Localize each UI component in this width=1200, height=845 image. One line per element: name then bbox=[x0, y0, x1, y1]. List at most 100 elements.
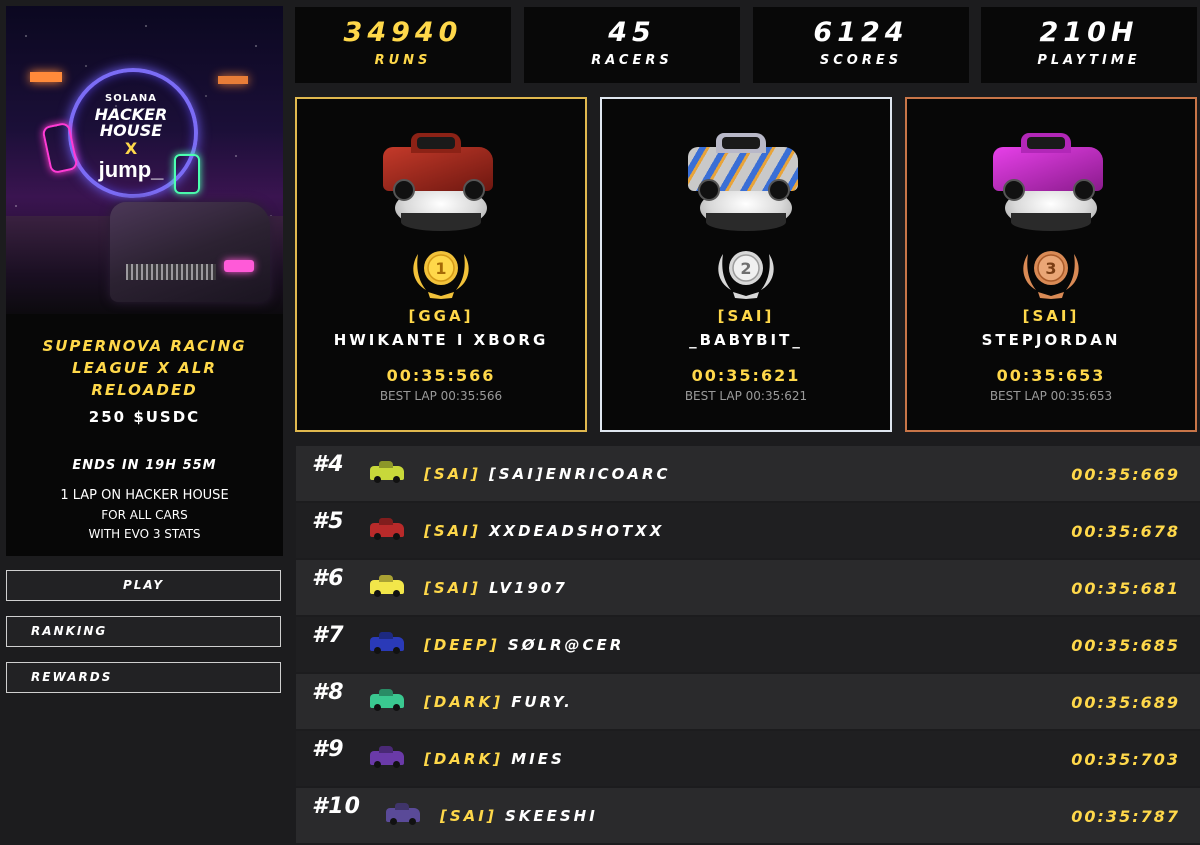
row-player: [DARK] FURY. bbox=[424, 693, 573, 711]
bronze-medal-icon: 3 bbox=[1018, 244, 1084, 300]
event-prize: 250 $USDC bbox=[88, 408, 201, 426]
event-poster-image: SOLANA HACKER HOUSE X jump_ bbox=[6, 6, 283, 314]
rewards-button[interactable]: REWARDS bbox=[6, 662, 281, 693]
car-icon bbox=[370, 580, 404, 597]
car-icon bbox=[370, 751, 404, 768]
leaderboard-list: #4 [SAI] [SAI]ENRICOARC 00:35:669 #5 [SA… bbox=[296, 446, 1200, 845]
poster-lamp bbox=[30, 72, 62, 82]
ranking-button[interactable]: RANKING bbox=[6, 616, 281, 647]
stat-scores: 6124 SCORES bbox=[753, 7, 969, 83]
row-player: [SAI] [SAI]ENRICOARC bbox=[424, 465, 671, 483]
car-icon bbox=[370, 637, 404, 654]
event-title: SUPERNOVA RACING LEAGUE X ALR RELOADED bbox=[6, 335, 283, 401]
leaderboard-row[interactable]: #8 [DARK] FURY. 00:35:689 bbox=[296, 674, 1200, 729]
event-title-line: LEAGUE X ALR bbox=[72, 359, 217, 377]
podium-first-place[interactable]: 1 [GGA] HWIKANTE I XBORG 00:35:566 BEST … bbox=[295, 97, 587, 432]
row-team-tag: [SAI] bbox=[424, 522, 481, 540]
row-team-tag: [DEEP] bbox=[424, 636, 500, 654]
poster-car-grill bbox=[126, 264, 216, 280]
stat-value: 45 bbox=[608, 17, 656, 48]
poster-logo-line2: X bbox=[124, 139, 138, 158]
event-description-line: FOR ALL CARS bbox=[101, 508, 188, 522]
podium-player-name: HWIKANTE I XBORG bbox=[333, 331, 549, 349]
row-team-tag: [SAI] bbox=[424, 465, 481, 483]
stat-label: RACERS bbox=[591, 53, 673, 68]
car-icon bbox=[370, 466, 404, 483]
leaderboard-row[interactable]: #5 [SAI] XXDEADSHOTXX 00:35:678 bbox=[296, 503, 1200, 558]
poster-logo-brand: SOLANA bbox=[105, 93, 157, 104]
row-player-name: SKEESHI bbox=[504, 807, 598, 825]
row-player: [SAI] XXDEADSHOTXX bbox=[424, 522, 664, 540]
red-sports-car-icon bbox=[383, 133, 493, 201]
leaderboard-row[interactable]: #10 [SAI] SKEESHI 00:35:787 bbox=[296, 788, 1200, 843]
leaderboard-row[interactable]: #6 [SAI] LV1907 00:35:681 bbox=[296, 560, 1200, 615]
poster-lamp bbox=[218, 76, 248, 84]
car-icon bbox=[370, 523, 404, 540]
podium-team-tag: [SAI] bbox=[1022, 307, 1080, 325]
row-time: 00:35:689 bbox=[1071, 693, 1180, 712]
event-title-line: SUPERNOVA RACING bbox=[42, 337, 247, 355]
podium-team-tag: [GGA] bbox=[408, 307, 474, 325]
poster-neon-sign bbox=[174, 154, 200, 194]
podium-best-lap: BEST LAP 00:35:653 bbox=[989, 389, 1113, 403]
poster-car-light bbox=[224, 260, 254, 272]
row-player: [DEEP] SØLR@CER bbox=[424, 636, 624, 654]
row-time: 00:35:669 bbox=[1071, 465, 1180, 484]
stat-label: SCORES bbox=[819, 53, 903, 68]
stat-playtime: 210H PLAYTIME bbox=[981, 7, 1197, 83]
podium-time: 00:35:653 bbox=[996, 366, 1106, 385]
row-player: [SAI] SKEESHI bbox=[440, 807, 598, 825]
stat-value: 6124 bbox=[813, 17, 909, 48]
row-rank: #7 bbox=[312, 623, 345, 648]
row-time: 00:35:787 bbox=[1071, 807, 1180, 826]
car-icon bbox=[370, 694, 404, 711]
medal-place: 2 bbox=[740, 259, 751, 278]
poster-logo-line1: HACKER HOUSE bbox=[94, 105, 168, 140]
poster-car bbox=[110, 202, 270, 302]
row-rank: #9 bbox=[312, 737, 345, 762]
podium-player-name: _BABYBIT_ bbox=[689, 331, 803, 349]
podium-time: 00:35:566 bbox=[386, 366, 496, 385]
row-time: 00:35:681 bbox=[1071, 579, 1180, 598]
event-description-line: WITH EVO 3 STATS bbox=[88, 527, 201, 541]
podium-best-lap: BEST LAP 00:35:621 bbox=[684, 389, 808, 403]
row-team-tag: [DARK] bbox=[424, 750, 503, 768]
car-icon bbox=[386, 808, 420, 825]
event-card: SOLANA HACKER HOUSE X jump_ SUPERNOVA RA… bbox=[6, 6, 283, 556]
row-player: [DARK] MIES bbox=[424, 750, 565, 768]
row-rank: #10 bbox=[312, 794, 361, 819]
sidebar: SOLANA HACKER HOUSE X jump_ SUPERNOVA RA… bbox=[0, 0, 290, 837]
row-player-name: MIES bbox=[511, 750, 565, 768]
podium-team-tag: [SAI] bbox=[717, 307, 775, 325]
row-rank: #8 bbox=[312, 680, 345, 705]
event-description: 1 LAP ON HACKER HOUSE FOR ALL CARS WITH … bbox=[6, 486, 283, 544]
podium-time: 00:35:621 bbox=[691, 366, 801, 385]
poster-logo-line3: jump_ bbox=[98, 157, 164, 182]
podium-second-place[interactable]: 2 [SAI] _BABYBIT_ 00:35:621 BEST LAP 00:… bbox=[600, 97, 892, 432]
pink-muscle-car-icon bbox=[993, 133, 1103, 201]
leaderboard-row[interactable]: #7 [DEEP] SØLR@CER 00:35:685 bbox=[296, 617, 1200, 672]
row-player: [SAI] LV1907 bbox=[424, 579, 568, 597]
row-team-tag: [SAI] bbox=[424, 579, 481, 597]
stat-value: 210H bbox=[1039, 17, 1139, 48]
gold-medal-icon: 1 bbox=[408, 244, 474, 300]
play-button[interactable]: PLAY bbox=[6, 570, 281, 601]
stat-label: PLAYTIME bbox=[1037, 53, 1141, 68]
podium-third-place[interactable]: 3 [SAI] STEPJORDAN 00:35:653 BEST LAP 00… bbox=[905, 97, 1197, 432]
leaderboard-row[interactable]: #9 [DARK] MIES 00:35:703 bbox=[296, 731, 1200, 786]
row-rank: #5 bbox=[312, 509, 345, 534]
silver-medal-icon: 2 bbox=[713, 244, 779, 300]
row-team-tag: [DARK] bbox=[424, 693, 503, 711]
row-time: 00:35:703 bbox=[1071, 750, 1180, 769]
poster-logo: SOLANA HACKER HOUSE X jump_ bbox=[86, 94, 176, 181]
medal-place: 3 bbox=[1045, 259, 1056, 278]
leaderboard-row[interactable]: #4 [SAI] [SAI]ENRICOARC 00:35:669 bbox=[296, 446, 1200, 501]
stat-value: 34940 bbox=[343, 17, 463, 48]
row-team-tag: [SAI] bbox=[440, 807, 497, 825]
medal-place: 1 bbox=[435, 259, 446, 278]
row-rank: #4 bbox=[312, 452, 345, 477]
row-player-name: SØLR@CER bbox=[507, 636, 625, 654]
event-title-line: RELOADED bbox=[91, 381, 198, 399]
stat-racers: 45 RACERS bbox=[524, 7, 740, 83]
stat-label: RUNS bbox=[374, 53, 432, 68]
